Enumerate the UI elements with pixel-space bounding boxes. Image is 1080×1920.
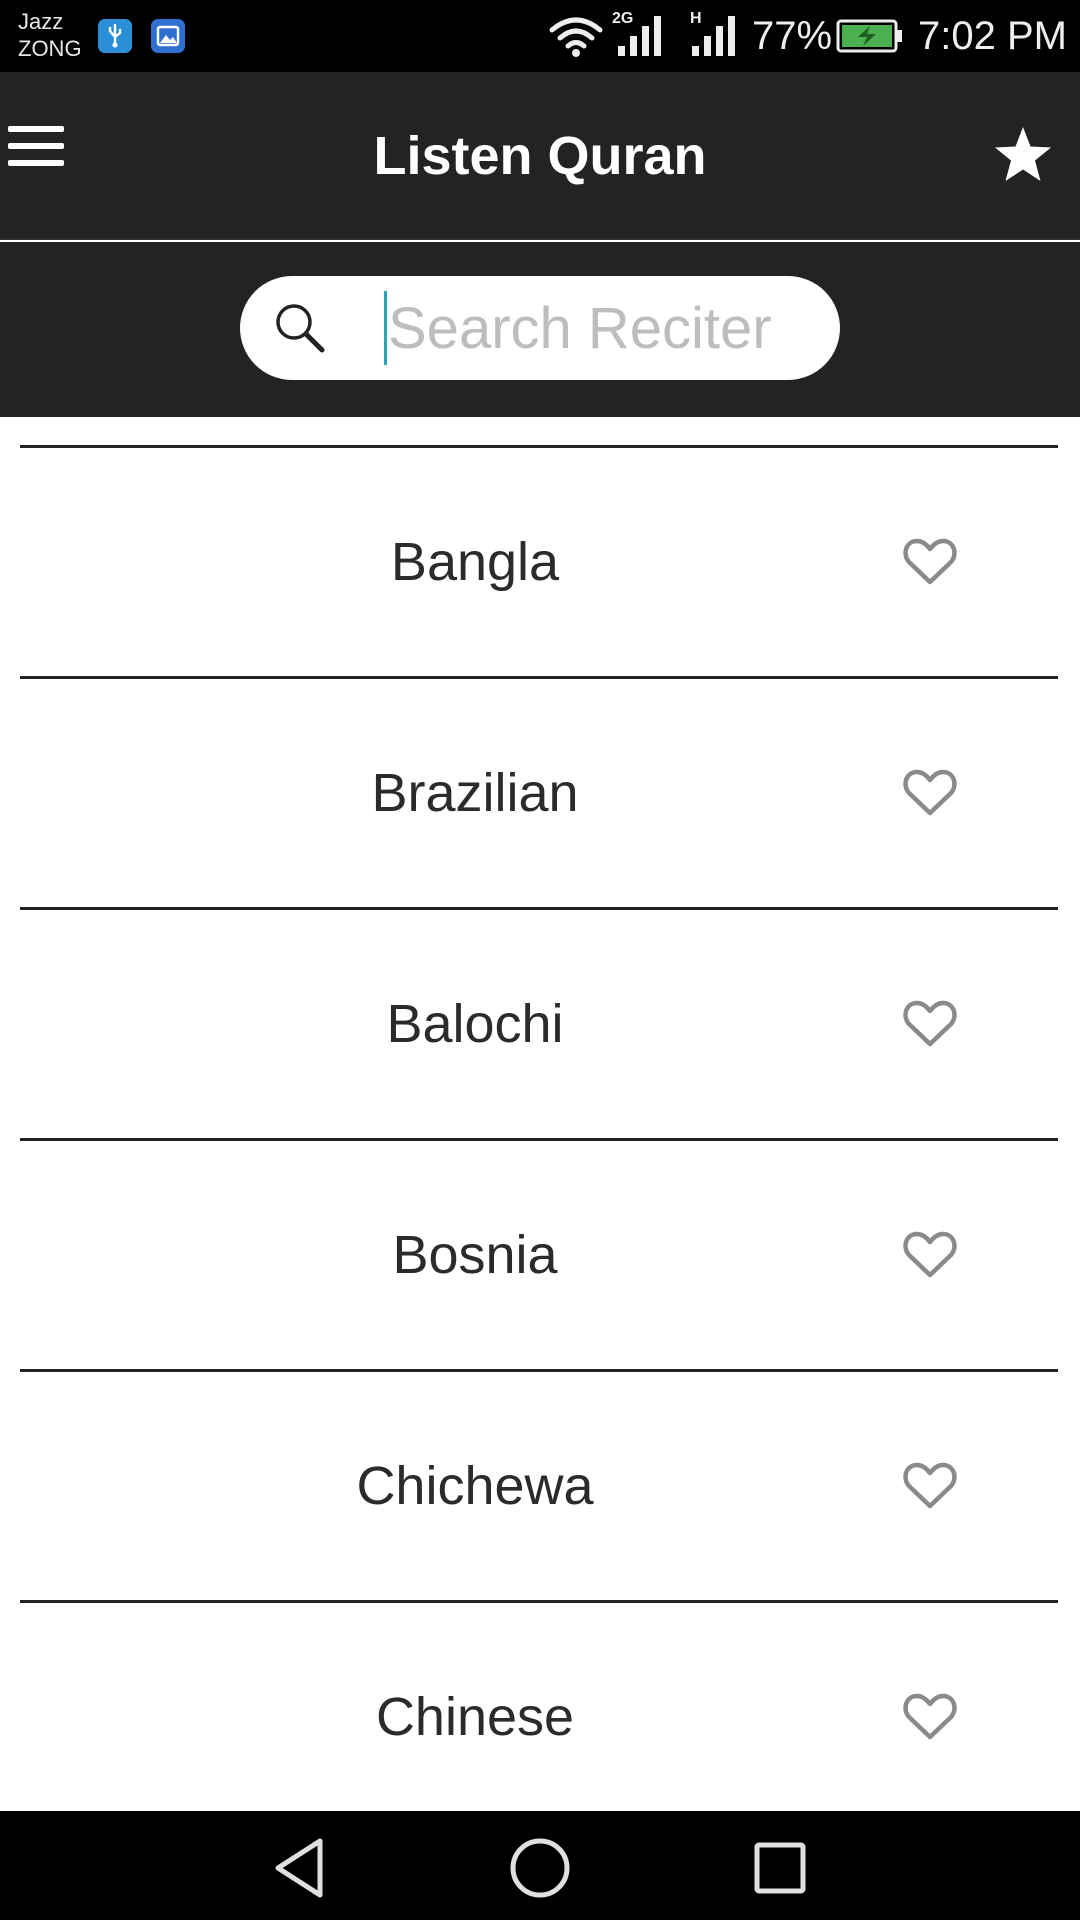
list-item-label: Balochi bbox=[386, 994, 564, 1054]
heart-outline-icon[interactable] bbox=[900, 1225, 960, 1285]
usb-icon bbox=[98, 19, 132, 53]
app-bar: Listen Quran bbox=[0, 72, 1080, 240]
search-area bbox=[0, 242, 1080, 417]
heart-outline-icon[interactable] bbox=[900, 1456, 960, 1516]
heart-outline-icon[interactable] bbox=[900, 532, 960, 592]
search-box[interactable] bbox=[240, 276, 840, 380]
carrier-2: ZONG bbox=[18, 36, 82, 61]
back-triangle-icon[interactable] bbox=[266, 1833, 336, 1903]
list-item[interactable]: Chinese bbox=[0, 1603, 1080, 1811]
star-icon[interactable] bbox=[992, 124, 1054, 186]
list-item[interactable]: Brazilian bbox=[0, 679, 1080, 910]
heart-outline-icon[interactable] bbox=[900, 763, 960, 823]
heart-outline-icon[interactable] bbox=[900, 994, 960, 1054]
page-title: Listen Quran bbox=[373, 126, 707, 186]
list-item[interactable]: Balochi bbox=[0, 910, 1080, 1141]
reciter-language-list: Bangla Brazilian Balochi Bosnia Chichewa bbox=[0, 417, 1080, 1811]
status-bar: Jazz ZONG 2G H 77% 7:02 PM bbox=[0, 0, 1080, 72]
carrier-names: Jazz ZONG bbox=[18, 8, 108, 62]
list-item-label: Bosnia bbox=[392, 1225, 558, 1285]
battery-charging-icon bbox=[836, 0, 904, 72]
list-item[interactable]: Bosnia bbox=[0, 1141, 1080, 1372]
search-input[interactable] bbox=[388, 290, 808, 366]
gallery-icon bbox=[151, 19, 185, 53]
signal-icon bbox=[616, 0, 664, 72]
system-nav-bar bbox=[0, 1811, 1080, 1920]
list-item-label: Brazilian bbox=[371, 763, 579, 823]
signal-icon-2 bbox=[690, 0, 738, 72]
carrier-1: Jazz bbox=[18, 9, 64, 34]
clock: 7:02 PM bbox=[918, 13, 1067, 58]
battery-percent: 77% bbox=[752, 13, 833, 58]
list-item-label: Bangla bbox=[390, 532, 560, 592]
wifi-icon bbox=[548, 0, 604, 72]
home-circle-icon[interactable] bbox=[505, 1833, 575, 1903]
search-icon bbox=[274, 302, 326, 354]
heart-outline-icon[interactable] bbox=[900, 1687, 960, 1747]
text-caret bbox=[384, 291, 387, 365]
list-item-label: Chichewa bbox=[356, 1456, 594, 1516]
list-item-label: Chinese bbox=[375, 1687, 575, 1747]
list-item[interactable]: Bangla bbox=[0, 448, 1080, 679]
list-item[interactable]: Chichewa bbox=[0, 1372, 1080, 1603]
recents-square-icon[interactable] bbox=[745, 1833, 815, 1903]
